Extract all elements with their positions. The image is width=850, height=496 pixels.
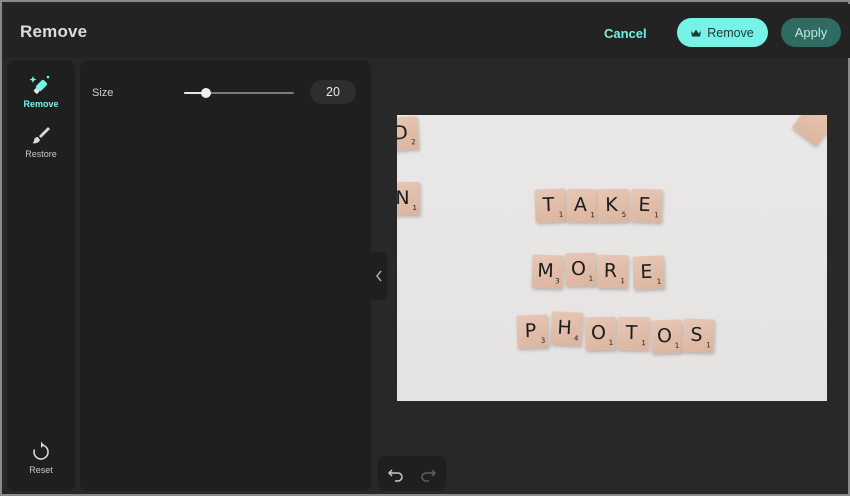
- tool-remove[interactable]: Remove: [7, 74, 75, 109]
- reset-label: Reset: [29, 465, 53, 475]
- letter-tile: A1: [566, 188, 599, 223]
- undo-button[interactable]: [386, 464, 406, 484]
- tile-points: 1: [412, 204, 417, 212]
- tile-points: 1: [590, 211, 595, 220]
- chevron-left-icon: [376, 270, 382, 282]
- letter-tile: T1: [617, 316, 650, 351]
- crown-icon: [691, 29, 702, 36]
- letter-tile: E1: [632, 255, 665, 290]
- tile-points: 2: [410, 138, 416, 147]
- redo-icon: [421, 469, 437, 482]
- size-slider[interactable]: [184, 86, 294, 100]
- tile-points: 1: [558, 210, 564, 219]
- apply-button[interactable]: Apply: [781, 18, 841, 47]
- collapse-panel-button[interactable]: [371, 252, 387, 300]
- letter-tile-partial: [792, 115, 827, 147]
- letter-tile: E1: [630, 188, 663, 223]
- letter-tile: K5: [597, 188, 630, 223]
- tile-points: 5: [621, 210, 627, 219]
- remove-button-label: Remove: [707, 25, 754, 40]
- letter-tile: O1: [564, 252, 597, 287]
- letter-tile: R1: [596, 254, 629, 289]
- letter-tile: M3: [531, 254, 564, 289]
- settings-panel: Size: [80, 60, 371, 491]
- tile-points: 3: [555, 277, 560, 286]
- letter-tile: S1: [682, 318, 715, 353]
- reset-icon: [33, 441, 49, 460]
- history-controls: [378, 456, 446, 491]
- eraser-sparkle-icon: [29, 75, 50, 94]
- cancel-button[interactable]: Cancel: [604, 23, 647, 43]
- tool-rail: Remove Restore Reset: [7, 60, 75, 491]
- tile-points: 1: [641, 339, 646, 348]
- undo-icon: [387, 469, 403, 482]
- tile-points: 1: [656, 277, 662, 286]
- editor-window: Remove Cancel Remove Apply Remove Restor…: [0, 0, 850, 496]
- tile-points: 3: [540, 336, 546, 345]
- letter-tile: D2: [397, 115, 420, 152]
- tile-points: 4: [573, 334, 579, 343]
- tool-remove-label: Remove: [23, 99, 59, 109]
- tile-points: 1: [674, 341, 680, 350]
- redo-button[interactable]: [418, 464, 438, 484]
- tile-points: 1: [608, 338, 614, 347]
- size-value-input[interactable]: [310, 80, 356, 104]
- letter-tile: H4: [550, 311, 583, 346]
- reset-button[interactable]: Reset: [7, 440, 75, 475]
- tool-restore[interactable]: Restore: [7, 124, 75, 159]
- letter-tile: T1: [534, 188, 567, 223]
- size-label: Size: [92, 87, 114, 99]
- letter-tile: P3: [516, 314, 549, 349]
- tool-restore-label: Restore: [25, 149, 57, 159]
- letter-tile: O1: [650, 319, 683, 354]
- top-bar: Remove Cancel Remove Apply: [4, 4, 850, 58]
- tile-points: 1: [706, 341, 711, 350]
- tile-points: 1: [654, 211, 659, 220]
- remove-button[interactable]: Remove: [677, 18, 768, 47]
- image-canvas[interactable]: D2N1T1A1K5E1M3O1R1E1P3H4O1T1O1S1: [397, 115, 827, 401]
- brush-icon: [32, 127, 50, 144]
- tile-points: 1: [620, 277, 625, 286]
- tile-points: 1: [588, 274, 594, 283]
- slider-thumb[interactable]: [201, 88, 211, 98]
- letter-tile: O1: [584, 316, 617, 351]
- page-title: Remove: [20, 22, 88, 41]
- letter-tile: N1: [397, 182, 420, 215]
